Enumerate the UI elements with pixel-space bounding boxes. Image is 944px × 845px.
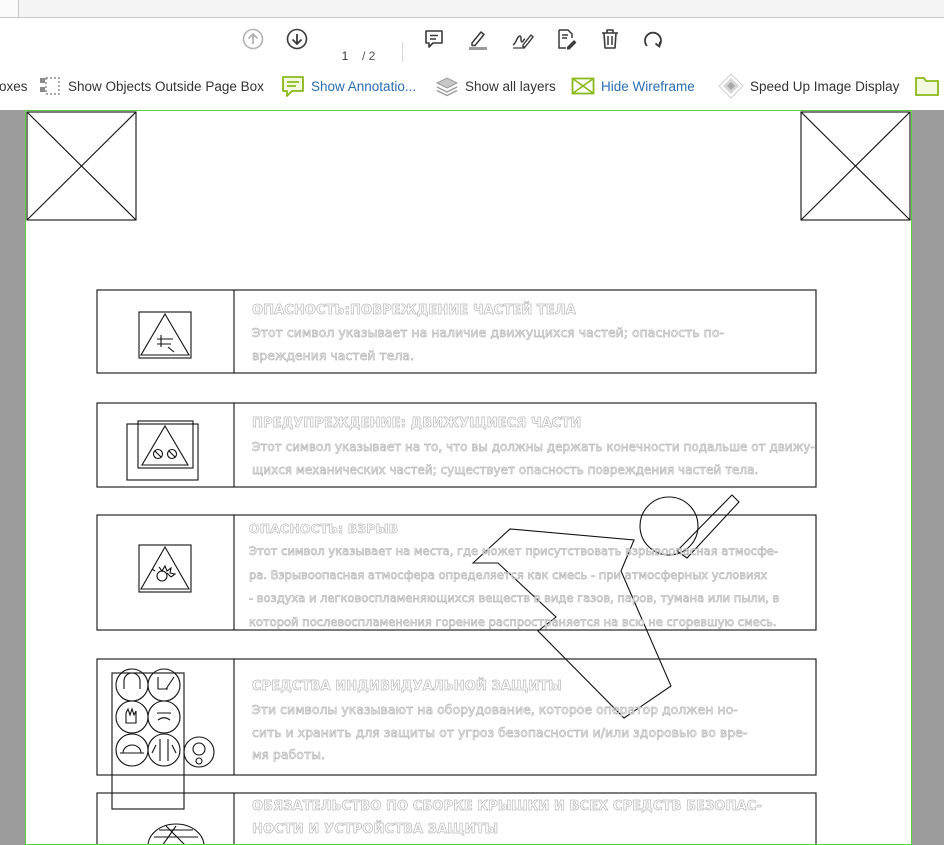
show-objects-outside-label: Show Objects Outside Page Box [68, 78, 264, 94]
image-placeholder-left [26, 111, 137, 221]
edit-pdf-icon[interactable] [553, 26, 579, 52]
tab-edge [0, 0, 19, 18]
speed-up-image-display-label: Speed Up Image Display [750, 78, 900, 94]
wireframe-icon [571, 77, 595, 95]
show-annotations-label: Show Annotatio... [311, 78, 417, 94]
arrow-down-icon[interactable] [284, 26, 310, 52]
canvas-right-gutter [912, 110, 944, 845]
overflow-item-button[interactable] [914, 74, 944, 98]
explosion-hazard-icon [138, 544, 192, 593]
show-all-layers-label: Show all layers [465, 78, 556, 94]
annotation-icon [281, 74, 305, 98]
arrow-up-icon[interactable] [240, 26, 266, 52]
row-4-body: Эти символы указывают на оборудование, к… [252, 702, 748, 763]
row-1-heading: ОПАСНОСТЬ:ПОВРЕЖДЕНИЕ ЧАСТЕЙ ТЕЛА [252, 303, 577, 319]
row-2-heading: ПРЕДУПРЕЖДЕНИЕ: ДВИЖУЩИЕСЯ ЧАСТИ [252, 416, 582, 432]
speed-up-image-display-button[interactable]: Speed Up Image Display [718, 73, 900, 99]
hide-wireframe-label: Hide Wireframe [601, 78, 695, 94]
show-boxes-label: oxes [0, 78, 28, 94]
page-toolbar: 1 / 2 [0, 18, 944, 70]
body-part-hazard-icon [138, 311, 192, 359]
page-number-input[interactable]: 1 [333, 49, 357, 63]
document-page: ОПАСНОСТЬ:ПОВРЕЖДЕНИЕ ЧАСТЕЙ ТЕЛА Этот с… [25, 110, 912, 845]
mandatory-guard-icon [147, 823, 205, 844]
delete-icon[interactable] [597, 26, 623, 52]
row-3-body: Этот символ указывает на места, где може… [249, 544, 780, 629]
folder-icon [914, 74, 940, 98]
show-objects-outside-button[interactable]: Show Objects Outside Page Box [38, 74, 264, 98]
show-all-layers-button[interactable]: Show all layers [435, 74, 556, 98]
row-5-heading: ОБЯЗАТЕЛЬСТВО ПО СБОРКЕ КРЫШКИ И ВСЕХ СР… [252, 799, 762, 838]
row-1-body: Этот символ указывает на наличие движущи… [252, 325, 725, 363]
show-boxes-button[interactable]: oxes [0, 74, 28, 98]
row-3-heading: ОПАСНОСТЬ: ВЗРЫВ [249, 521, 399, 537]
row-4-heading: СРЕДСТВА ИНДИВИДУАЛЬНОЙ ЗАЩИТЫ [252, 679, 562, 695]
hide-wireframe-button[interactable]: Hide Wireframe [571, 74, 695, 98]
canvas-left-gutter [0, 110, 25, 845]
speed-image-icon [718, 73, 744, 99]
sign-icon[interactable] [509, 26, 535, 52]
highlight-icon[interactable] [465, 26, 491, 52]
layers-icon [435, 75, 459, 97]
comment-icon[interactable] [421, 26, 447, 52]
objects-outside-icon [38, 75, 62, 97]
rotate-icon[interactable] [640, 26, 666, 52]
ppe-symbols-icon [111, 668, 215, 810]
window-top-strip [0, 0, 944, 18]
image-placeholder-right [800, 111, 911, 221]
page-total: / 2 [362, 49, 376, 63]
row-2-body: Этот символ указывает на то, что вы долж… [252, 440, 816, 477]
show-annotations-button[interactable]: Show Annotatio... [281, 74, 416, 98]
view-options-bar: oxes Show Objects Outside Page Box Show … [0, 62, 944, 110]
moving-parts-hazard-icon [126, 420, 199, 481]
